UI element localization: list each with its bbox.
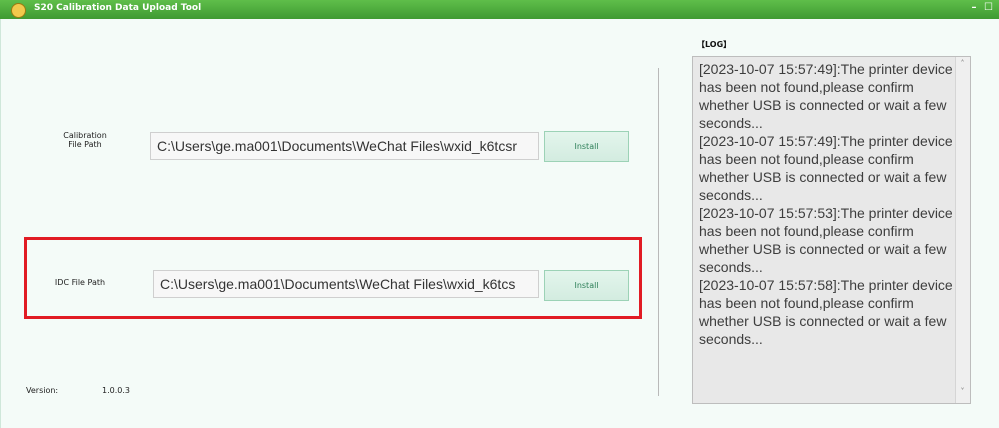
log-entry: [2023-10-07 15:57:58]:The printer device… [699,277,953,347]
scroll-down-icon[interactable]: ˅ [956,387,969,396]
calibration-install-button[interactable]: Install [544,131,629,162]
app-logo-icon [11,3,26,18]
idc-file-path-label: IDC File Path [54,278,106,287]
version-label: Version: [26,386,59,395]
log-entry: [2023-10-07 15:57:49]:The printer device… [699,133,953,203]
log-entry: [2023-10-07 15:57:53]:The printer device… [699,205,953,275]
log-label: 【LOG】 [697,40,732,49]
calibration-file-path-label: Calibration File Path [56,131,114,149]
log-scrollbar[interactable]: ˄ ˅ [955,57,970,403]
calibration-path-input[interactable]: C:\Users\ge.ma001\Documents\WeChat Files… [150,132,539,160]
title-bar: S20 Calibration Data Upload Tool – ☐ [0,0,999,19]
log-entry: [2023-10-07 15:57:49]:The printer device… [699,61,953,131]
idc-install-button[interactable]: Install [544,270,629,301]
window-controls[interactable]: – ☐ [972,2,995,13]
scroll-up-icon[interactable]: ˄ [956,59,969,68]
window-title: S20 Calibration Data Upload Tool [34,3,202,13]
idc-path-input[interactable]: C:\Users\ge.ma001\Documents\WeChat Files… [153,270,539,298]
log-text: [2023-10-07 15:57:49]:The printer device… [699,60,957,348]
version-value: 1.0.0.3 [102,386,130,395]
vertical-divider [658,68,659,396]
calibration-label-line1: Calibration [63,131,107,140]
log-panel[interactable]: [2023-10-07 15:57:49]:The printer device… [692,56,971,404]
calibration-label-line2: File Path [68,140,102,149]
